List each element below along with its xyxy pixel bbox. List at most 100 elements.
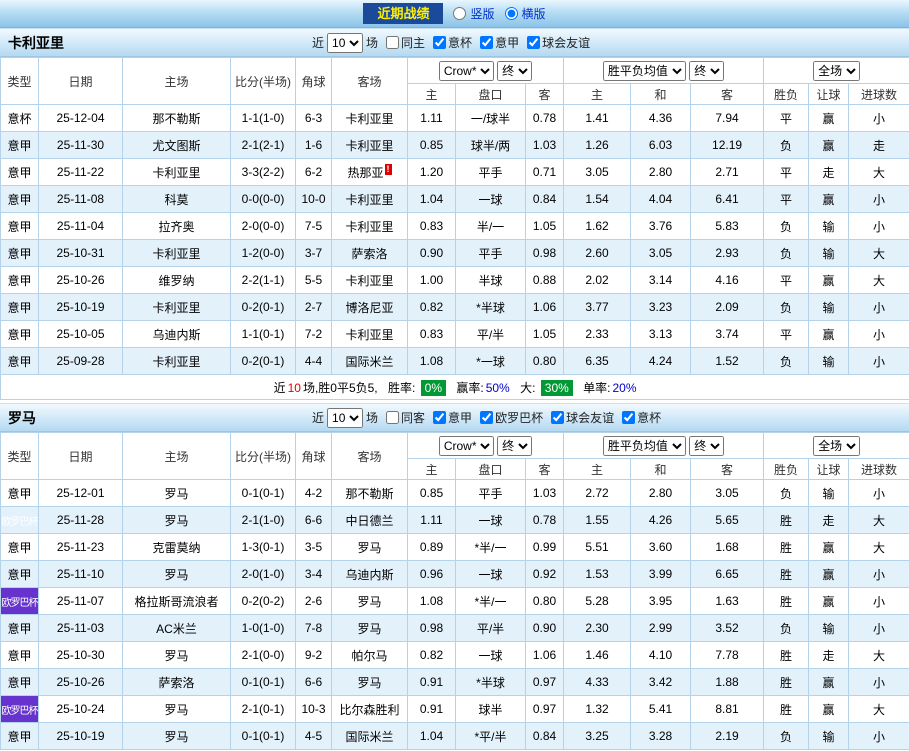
lose-odds: 3.52 [690,614,765,642]
subcol-draw: 和 [630,458,692,480]
match-result: 负 [763,212,810,240]
horizontal-layout-radio[interactable] [504,7,518,20]
same-away-checkbox[interactable] [386,411,400,424]
filter-serie-a[interactable]: 意甲 [433,409,472,426]
corner-score: 4-2 [295,479,332,507]
corner-score: 3-5 [295,533,332,561]
alert-badge: ! [384,163,392,175]
odds-period-select[interactable]: 终 [497,60,533,81]
handicap-line: *半/一 [455,587,526,615]
subcol-handicap: 盘口 [455,83,526,105]
serie-a-checkbox[interactable] [433,411,447,424]
europe-period-select[interactable]: 终 [689,60,725,81]
away-team: 萨索洛 [331,239,408,267]
draw-odds: 3.76 [630,212,692,240]
score: 0-2(0-1) [230,347,296,375]
handicap-result: 走 [808,158,850,186]
handicap-away-odds: 0.92 [524,560,565,588]
home-team: 维罗纳 [122,266,231,294]
away-team: 国际米兰 [331,722,408,750]
score: 3-3(2-2) [230,158,296,186]
filter-club-friendly[interactable]: 球会友谊 [527,34,590,51]
filter-serie-a[interactable]: 意甲 [480,34,519,51]
filter-europa-league[interactable]: 欧罗巴杯 [480,409,543,426]
same-home-label: 同主 [401,36,426,50]
handicap-home-odds: 0.90 [407,239,456,267]
handicap-line: 平手 [455,479,526,507]
filter-same-away[interactable]: 同客 [386,409,425,426]
europe-source-select[interactable]: 胜平负均值 [602,60,686,81]
team-name: 卡利亚里 [8,34,64,51]
league-type: 意甲 [0,158,39,186]
col-type: 类型 [0,57,39,105]
corner-score: 10-0 [295,185,332,213]
serie-a-checkbox[interactable] [480,36,494,49]
summary-prefix: 近 [273,380,286,395]
handicap-home-odds: 0.96 [407,560,456,588]
home-team: 罗马 [122,641,231,669]
home-team: 拉齐奥 [122,212,231,240]
home-team: 卡利亚里 [122,158,231,186]
scope-select[interactable]: 全场 [813,435,861,456]
home-team: 格拉斯哥流浪者 [122,587,231,615]
coppa-italia-checkbox[interactable] [622,411,636,424]
league-type: 意甲 [0,320,39,348]
draw-odds: 3.28 [630,722,692,750]
handicap-result: 赢 [808,560,850,588]
europe-period-select[interactable]: 终 [689,435,725,456]
scope-select[interactable]: 全场 [813,60,861,81]
odds-period-select[interactable]: 终 [497,435,533,456]
home-team: 科莫 [122,185,231,213]
subcol-win: 主 [563,458,632,480]
layout-vertical-option[interactable]: 竖版 [453,5,495,22]
handicap-home-odds: 1.08 [407,587,456,615]
single-rate-value: 20% [612,380,637,395]
layout-horizontal-option[interactable]: 横版 [504,5,546,22]
club-friendly-checkbox[interactable] [551,411,565,424]
europe-source-select[interactable]: 胜平负均值 [602,435,686,456]
match-result: 负 [763,131,810,159]
recent-label: 近 [312,411,325,425]
match-count-select[interactable]: 10 [327,407,364,428]
lose-odds: 5.65 [690,506,765,534]
handicap-away-odds: 0.97 [524,695,565,723]
same-home-checkbox[interactable] [386,36,400,49]
score: 1-1(0-1) [230,320,296,348]
col-home: 主场 [122,432,231,480]
away-team: 罗马 [331,587,408,615]
vertical-layout-radio[interactable] [453,7,467,20]
home-team: 克雷莫纳 [122,533,231,561]
filter-coppa-italia[interactable]: 意杯 [433,34,472,51]
handicap-home-odds: 0.85 [407,479,456,507]
away-team: 比尔森胜利 [331,695,408,723]
match-date: 25-11-03 [38,614,123,642]
match-date: 25-10-19 [38,293,123,321]
subcol-away-odds: 客 [524,83,565,105]
match-date: 25-11-08 [38,185,123,213]
handicap-home-odds: 1.00 [407,266,456,294]
draw-odds: 3.13 [630,320,692,348]
filter-club-friendly[interactable]: 球会友谊 [551,409,614,426]
corner-score: 7-2 [295,320,332,348]
match-count-select[interactable]: 10 [327,32,364,53]
handicap-rate-label: 赢率: [456,380,484,395]
win-odds: 2.72 [563,479,632,507]
match-date: 25-10-05 [38,320,123,348]
draw-odds: 3.99 [630,560,692,588]
score: 2-0(1-0) [230,560,296,588]
win-odds: 5.28 [563,587,632,615]
handicap-line: 一球 [455,185,526,213]
handicap-rate-value: 50% [485,380,510,395]
filter-coppa-italia[interactable]: 意杯 [622,409,661,426]
win-rate-value: 0% [420,379,447,396]
home-team: 卡利亚里 [122,239,231,267]
odds-source-select[interactable]: Crow* [438,435,494,456]
coppa-italia-checkbox[interactable] [433,36,447,49]
corner-score: 6-6 [295,506,332,534]
odds-source-select[interactable]: Crow* [438,60,494,81]
club-friendly-checkbox[interactable] [527,36,541,49]
match-result: 平 [763,158,810,186]
europa-league-checkbox[interactable] [480,411,494,424]
handicap-result: 赢 [808,668,850,696]
filter-same-home[interactable]: 同主 [386,34,425,51]
